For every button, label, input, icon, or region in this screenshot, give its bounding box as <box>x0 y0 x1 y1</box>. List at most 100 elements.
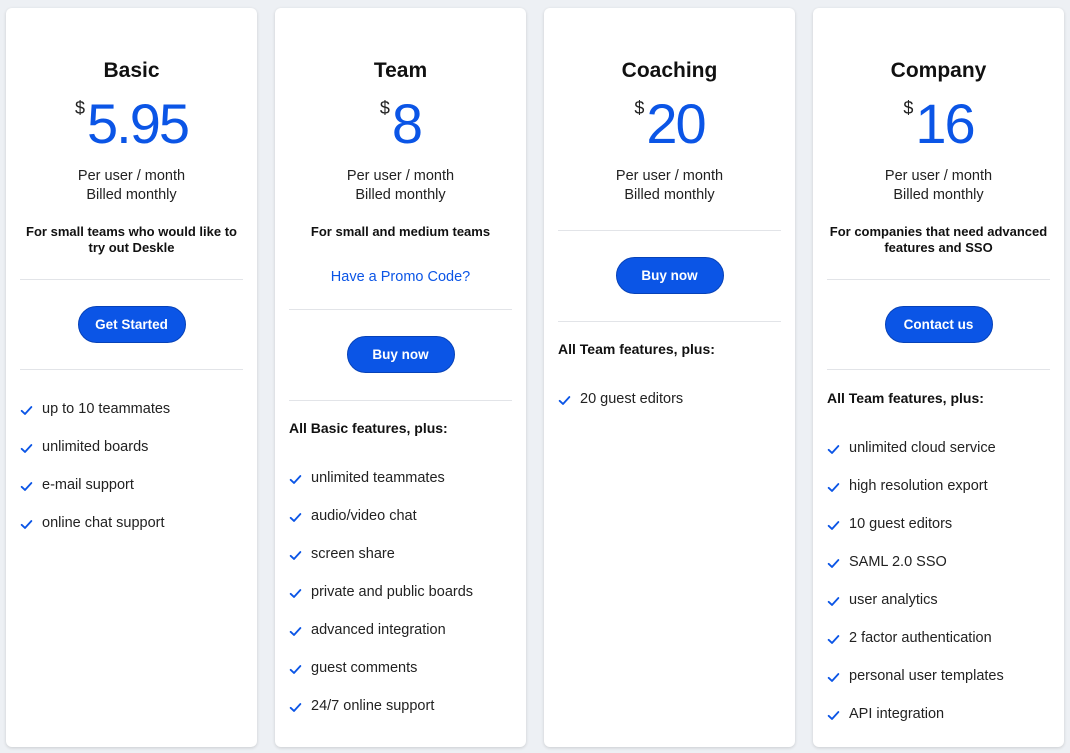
plan-description: For companies that need advanced feature… <box>829 224 1048 255</box>
feature-item: personal user templates <box>827 668 1056 706</box>
plan-description: For small and medium teams <box>310 224 491 239</box>
check-icon <box>827 521 840 530</box>
billing-period: Per user / month <box>884 168 993 184</box>
check-icon <box>289 589 302 598</box>
feature-label: user analytics <box>849 592 938 608</box>
divider <box>827 279 1050 280</box>
plan-card-team: Team $8 Per user / month Billed monthly … <box>275 8 526 747</box>
plan-name: Basic <box>103 59 160 82</box>
plan-price: $5.95 <box>6 92 257 156</box>
check-icon <box>289 551 302 560</box>
price-amount: 5.95 <box>87 92 190 155</box>
feature-item: e-mail support <box>20 477 249 515</box>
divider <box>827 369 1050 370</box>
feature-item: 2 factor authentication <box>827 630 1056 668</box>
contact-us-button[interactable]: Contact us <box>884 306 993 343</box>
billing-frequency: Billed monthly <box>355 187 446 203</box>
feature-label: e-mail support <box>42 477 134 493</box>
check-icon <box>20 482 33 491</box>
check-icon <box>289 627 302 636</box>
feature-item: advanced integration <box>289 622 518 660</box>
feature-item: 24/7 online support <box>289 698 518 736</box>
feature-label: up to 10 teammates <box>42 401 171 417</box>
billing-frequency: Billed monthly <box>624 187 715 203</box>
divider <box>20 279 243 280</box>
check-icon <box>827 597 840 606</box>
feature-label: unlimited teammates <box>311 470 445 486</box>
features-heading: All Basic features, plus: <box>289 420 448 436</box>
billing-period: Per user / month <box>346 168 455 184</box>
plan-price: $16 <box>813 92 1064 156</box>
billing-info: Per user / month Billed monthly <box>544 167 795 205</box>
plan-card-basic: Basic $5.95 Per user / month Billed mont… <box>6 8 257 747</box>
feature-item: screen share <box>289 546 518 584</box>
feature-label: API integration <box>849 706 945 722</box>
billing-info: Per user / month Billed monthly <box>6 167 257 205</box>
feature-label: unlimited cloud service <box>849 440 996 456</box>
features-heading: All Team features, plus: <box>558 341 715 357</box>
buy-now-button[interactable]: Buy now <box>346 336 455 373</box>
feature-item: up to 10 teammates <box>20 401 249 439</box>
billing-period: Per user / month <box>615 168 724 184</box>
feature-label: screen share <box>311 546 395 562</box>
check-icon <box>827 445 840 454</box>
currency-symbol: $ <box>379 98 390 118</box>
feature-item: SAML 2.0 SSO <box>827 554 1056 592</box>
features-heading: All Team features, plus: <box>827 390 984 406</box>
feature-item: guest comments <box>289 660 518 698</box>
feature-item: online chat support <box>20 515 249 553</box>
feature-label: 20 guest editors <box>580 391 684 407</box>
feature-label: online chat support <box>42 515 165 531</box>
feature-label: 2 factor authentication <box>849 630 992 646</box>
divider <box>20 369 243 370</box>
feature-item: unlimited teammates <box>289 470 518 508</box>
price-amount: 20 <box>646 92 706 155</box>
check-icon <box>289 513 302 522</box>
feature-label: 24/7 online support <box>311 698 435 714</box>
feature-item: 10 guest editors <box>827 516 1056 554</box>
feature-label: personal user templates <box>849 668 1004 684</box>
currency-symbol: $ <box>903 98 914 118</box>
feature-item: high resolution export <box>827 478 1056 516</box>
get-started-button[interactable]: Get Started <box>77 306 186 343</box>
feature-list: unlimited cloud service high resolution … <box>827 440 1056 744</box>
check-icon <box>827 559 840 568</box>
divider <box>558 230 781 231</box>
feature-item: API integration <box>827 706 1056 744</box>
check-icon <box>558 396 571 405</box>
billing-frequency: Billed monthly <box>893 187 984 203</box>
check-icon <box>827 483 840 492</box>
feature-label: high resolution export <box>849 478 988 494</box>
feature-list: unlimited teammates audio/video chat scr… <box>289 470 518 736</box>
plan-name: Team <box>373 59 428 82</box>
feature-list: up to 10 teammates unlimited boards e-ma… <box>20 401 249 553</box>
feature-item: private and public boards <box>289 584 518 622</box>
feature-label: unlimited boards <box>42 439 149 455</box>
billing-period: Per user / month <box>77 168 186 184</box>
promo-code-link[interactable]: Have a Promo Code? <box>275 269 526 285</box>
feature-list: 20 guest editors <box>558 391 787 429</box>
billing-frequency: Billed monthly <box>86 187 177 203</box>
feature-item: 20 guest editors <box>558 391 787 429</box>
feature-item: audio/video chat <box>289 508 518 546</box>
feature-item: user analytics <box>827 592 1056 630</box>
divider <box>289 309 512 310</box>
billing-info: Per user / month Billed monthly <box>813 167 1064 205</box>
check-icon <box>20 520 33 529</box>
feature-label: SAML 2.0 SSO <box>849 554 947 570</box>
plan-description: For small teams who would like to try ou… <box>26 224 237 255</box>
divider <box>558 321 781 322</box>
feature-label: audio/video chat <box>311 508 417 524</box>
plan-card-company: Company $16 Per user / month Billed mont… <box>813 8 1064 747</box>
currency-symbol: $ <box>74 98 85 118</box>
check-icon <box>289 665 302 674</box>
billing-info: Per user / month Billed monthly <box>275 167 526 205</box>
feature-label: guest comments <box>311 660 418 676</box>
buy-now-button[interactable]: Buy now <box>615 257 724 294</box>
currency-symbol: $ <box>634 98 645 118</box>
feature-item: unlimited boards <box>20 439 249 477</box>
feature-label: advanced integration <box>311 622 446 638</box>
feature-label: 10 guest editors <box>849 516 953 532</box>
price-amount: 16 <box>915 92 975 155</box>
plan-price: $8 <box>275 92 526 156</box>
